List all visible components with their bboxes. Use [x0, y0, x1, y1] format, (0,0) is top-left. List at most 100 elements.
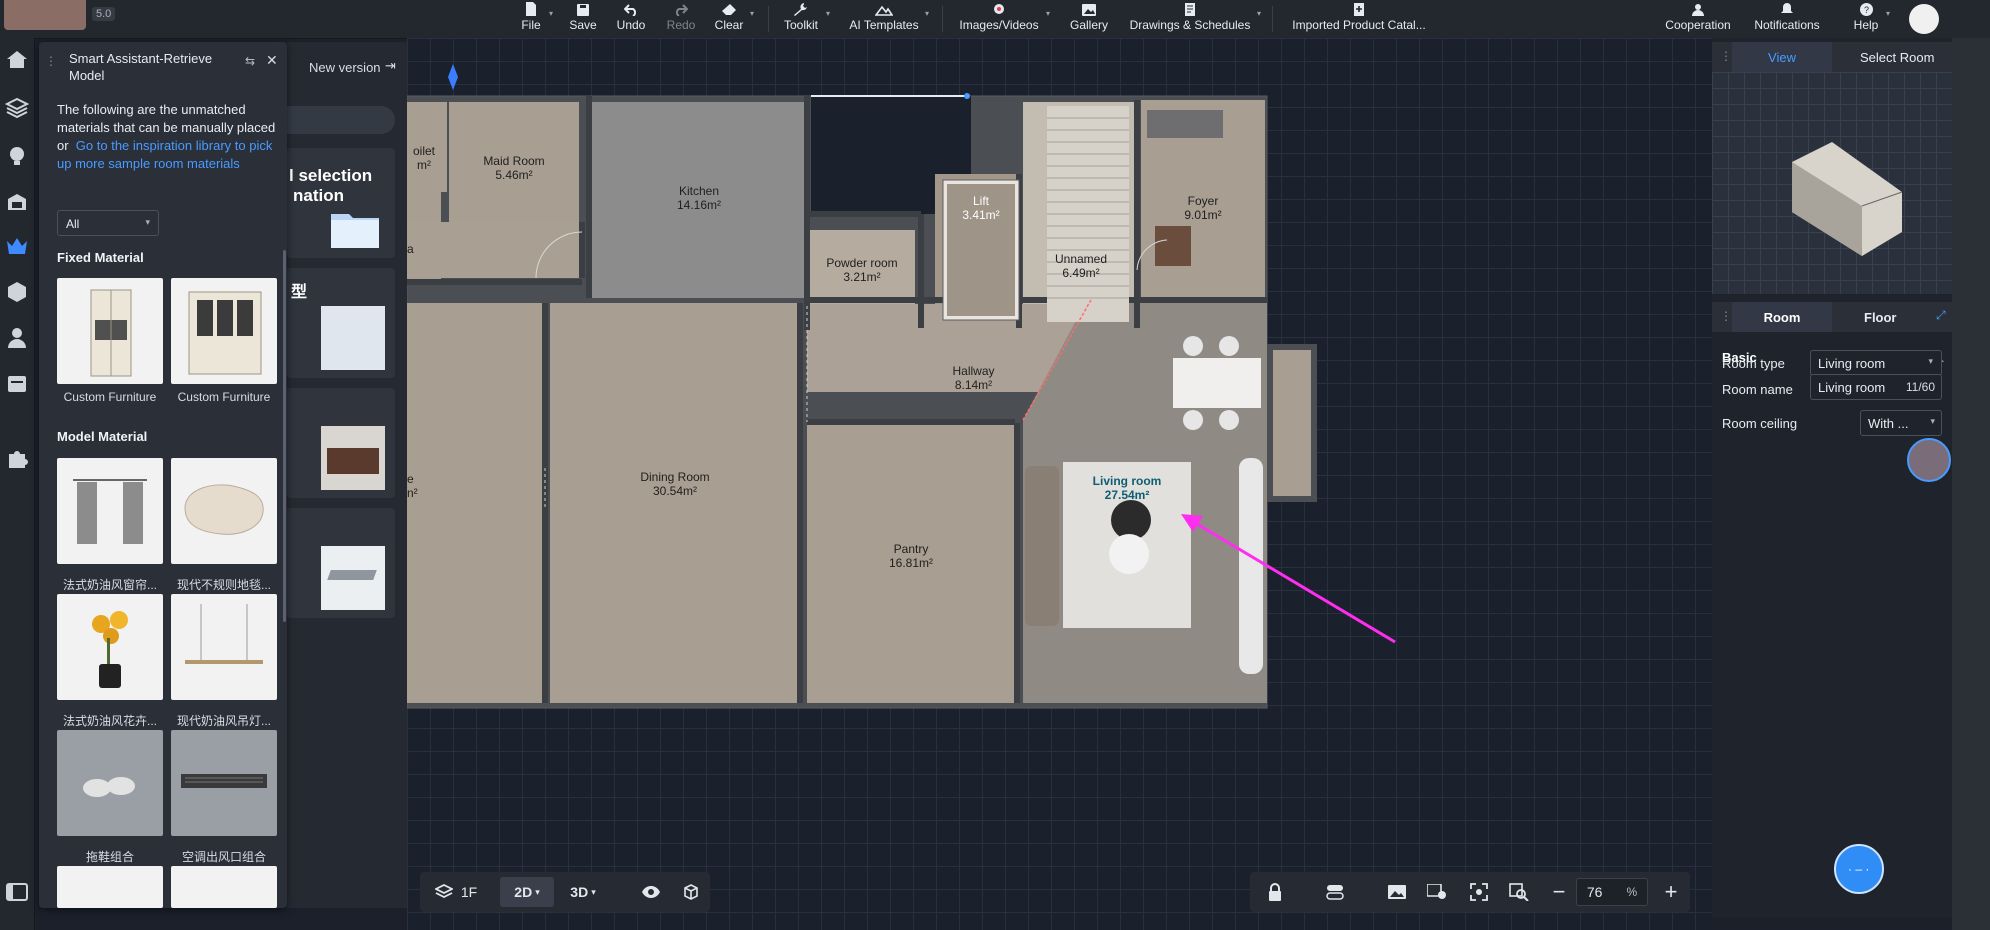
model-card[interactable]: 型: [287, 268, 395, 378]
user-group-icon: [1692, 4, 1704, 16]
model-material-label: 法式奶油风花卉...: [62, 714, 157, 728]
tab-floor[interactable]: Floor: [1864, 310, 1897, 325]
floor-plan-canvas[interactable]: oilet m² Maid Room 5.46m² Kitchen 14.16m² P…: [407, 38, 1712, 930]
mode-2d-button[interactable]: 2D ▾: [500, 877, 554, 907]
cabinet-icon[interactable]: [5, 190, 29, 214]
cooperation-button[interactable]: Cooperation: [1663, 0, 1733, 38]
crown-icon[interactable]: [5, 234, 29, 258]
fit-view-button[interactable]: [1464, 872, 1494, 912]
user-avatar[interactable]: [4, 0, 86, 30]
mode-3d-button[interactable]: 3D ▾: [558, 872, 608, 912]
model-material-item[interactable]: [171, 458, 277, 564]
image-button[interactable]: [1382, 872, 1412, 912]
zoom-in-button[interactable]: +: [1656, 872, 1686, 912]
floating-avatar[interactable]: [1907, 438, 1951, 482]
chevron-down-icon: ▾: [548, 9, 553, 18]
exit-icon[interactable]: ⇥: [385, 58, 396, 74]
gallery-button[interactable]: Gallery: [1068, 0, 1110, 38]
image-settings-button[interactable]: [1422, 872, 1452, 912]
model-material-item[interactable]: [57, 866, 163, 908]
air-vent-thumbnail: [181, 774, 267, 788]
tab-select-room[interactable]: Select Room: [1860, 50, 1934, 65]
undo-button[interactable]: Undo: [614, 0, 648, 38]
lock-button[interactable]: [1260, 872, 1290, 912]
tab-room[interactable]: Room: [1732, 302, 1832, 332]
room-type-select[interactable]: Living room ▾: [1810, 350, 1942, 376]
save-button[interactable]: Save: [568, 0, 598, 38]
sidebar-toggle-icon[interactable]: [5, 880, 29, 904]
help-button[interactable]: ? Help ▾: [1851, 0, 1890, 38]
model-material-label: 空调出风口组合: [181, 850, 266, 864]
toggle-settings-button[interactable]: [1320, 872, 1350, 912]
model-material-item[interactable]: [57, 594, 163, 700]
panel-icon[interactable]: [5, 372, 29, 396]
redo-icon: [675, 4, 688, 16]
panel-scrollbar[interactable]: [283, 250, 286, 622]
close-icon[interactable]: ✕: [266, 52, 278, 69]
notifications-button[interactable]: Notifications: [1750, 0, 1824, 38]
zoom-out-button[interactable]: −: [1544, 872, 1574, 912]
pendant-lamp-thumbnail: [185, 604, 263, 664]
drag-handle-icon[interactable]: ⋮: [45, 54, 57, 68]
layers-icon[interactable]: [5, 96, 29, 120]
puzzle-icon[interactable]: [5, 446, 29, 470]
floor-selector[interactable]: 1F: [428, 872, 484, 912]
visibility-toggle[interactable]: [636, 872, 666, 912]
model-material-label: 现代奶油风吊灯...: [176, 714, 271, 728]
drag-handle-icon[interactable]: ⋮: [1720, 309, 1732, 323]
dock-icon[interactable]: ⇆: [245, 54, 255, 68]
camera-icon: [994, 4, 1004, 14]
help-icon: ?: [1859, 3, 1873, 16]
room-name-input[interactable]: Living room 11/60: [1810, 374, 1942, 400]
zoom-region-button[interactable]: [1504, 872, 1534, 912]
redo-button[interactable]: Redo: [665, 0, 697, 38]
lightbulb-icon[interactable]: [5, 144, 29, 168]
expand-icon[interactable]: ⤢: [1936, 308, 1946, 323]
clear-button[interactable]: Clear ▾: [713, 0, 754, 38]
cube-icon: [684, 884, 698, 900]
model-card[interactable]: [287, 508, 395, 618]
cabinet-thumbnail: [188, 291, 262, 375]
ai-templates-button[interactable]: AI Templates ▾: [848, 0, 929, 38]
cube-view-button[interactable]: [676, 872, 706, 912]
hexagon-stack-icon[interactable]: [5, 280, 29, 304]
room-ceiling-select[interactable]: With ... ▾: [1860, 410, 1942, 436]
toolbar-divider: [1272, 6, 1273, 32]
model-card[interactable]: [287, 388, 395, 498]
home-icon[interactable]: [5, 48, 29, 72]
properties-panel: ⋮ View Select Room ⋮ Room Floor ⤢ Basic …: [1712, 38, 1952, 918]
drag-handle-icon[interactable]: ⋮: [1720, 49, 1732, 63]
model-material-item[interactable]: [171, 594, 277, 700]
chevron-down-icon: ▾: [535, 886, 540, 897]
3d-preview-viewport[interactable]: [1712, 72, 1952, 294]
person-icon[interactable]: [5, 326, 29, 350]
fixed-material-item[interactable]: [57, 278, 163, 384]
eraser-icon: [722, 4, 736, 15]
selection-card[interactable]: l selection nation: [287, 148, 395, 258]
toolbar-divider: [768, 6, 769, 32]
inspiration-library-link[interactable]: Go to the inspiration library to pick up…: [57, 138, 272, 171]
drawings-schedules-button[interactable]: Drawings & Schedules ▾: [1128, 0, 1261, 38]
imported-product-catalog-button[interactable]: Imported Product Catal...: [1288, 0, 1430, 38]
assistant-bubble-button[interactable]: · – ·: [1834, 844, 1884, 894]
model-material-item[interactable]: [57, 730, 163, 836]
material-library-panel: New version ⇥ l selection nation 型: [287, 42, 407, 908]
chevron-down-icon: ▾: [749, 9, 754, 18]
model-material-item[interactable]: [171, 866, 277, 908]
images-videos-button[interactable]: Images/Videos ▾: [957, 0, 1050, 38]
search-bar[interactable]: [287, 106, 395, 134]
toolkit-menu-button[interactable]: Toolkit ▾: [781, 0, 830, 38]
zoom-level-input[interactable]: 76 %: [1576, 878, 1648, 906]
model-material-item[interactable]: [57, 458, 163, 564]
fixed-material-item[interactable]: [171, 278, 277, 384]
fixed-material-label: Custom Furniture: [63, 390, 157, 404]
chevron-down-icon: ▾: [825, 9, 830, 18]
profile-avatar[interactable]: [1909, 4, 1939, 34]
model-material-item[interactable]: [171, 730, 277, 836]
tab-view[interactable]: View: [1732, 42, 1832, 72]
new-version-link[interactable]: New version: [309, 60, 381, 75]
assistant-title: Smart Assistant-Retrieve Model: [69, 51, 213, 83]
file-menu-button[interactable]: File ▾: [518, 0, 553, 38]
material-filter-select[interactable]: All ▾: [57, 210, 159, 236]
room-floor-tab-bar: ⋮ Room Floor ⤢: [1712, 302, 1952, 332]
